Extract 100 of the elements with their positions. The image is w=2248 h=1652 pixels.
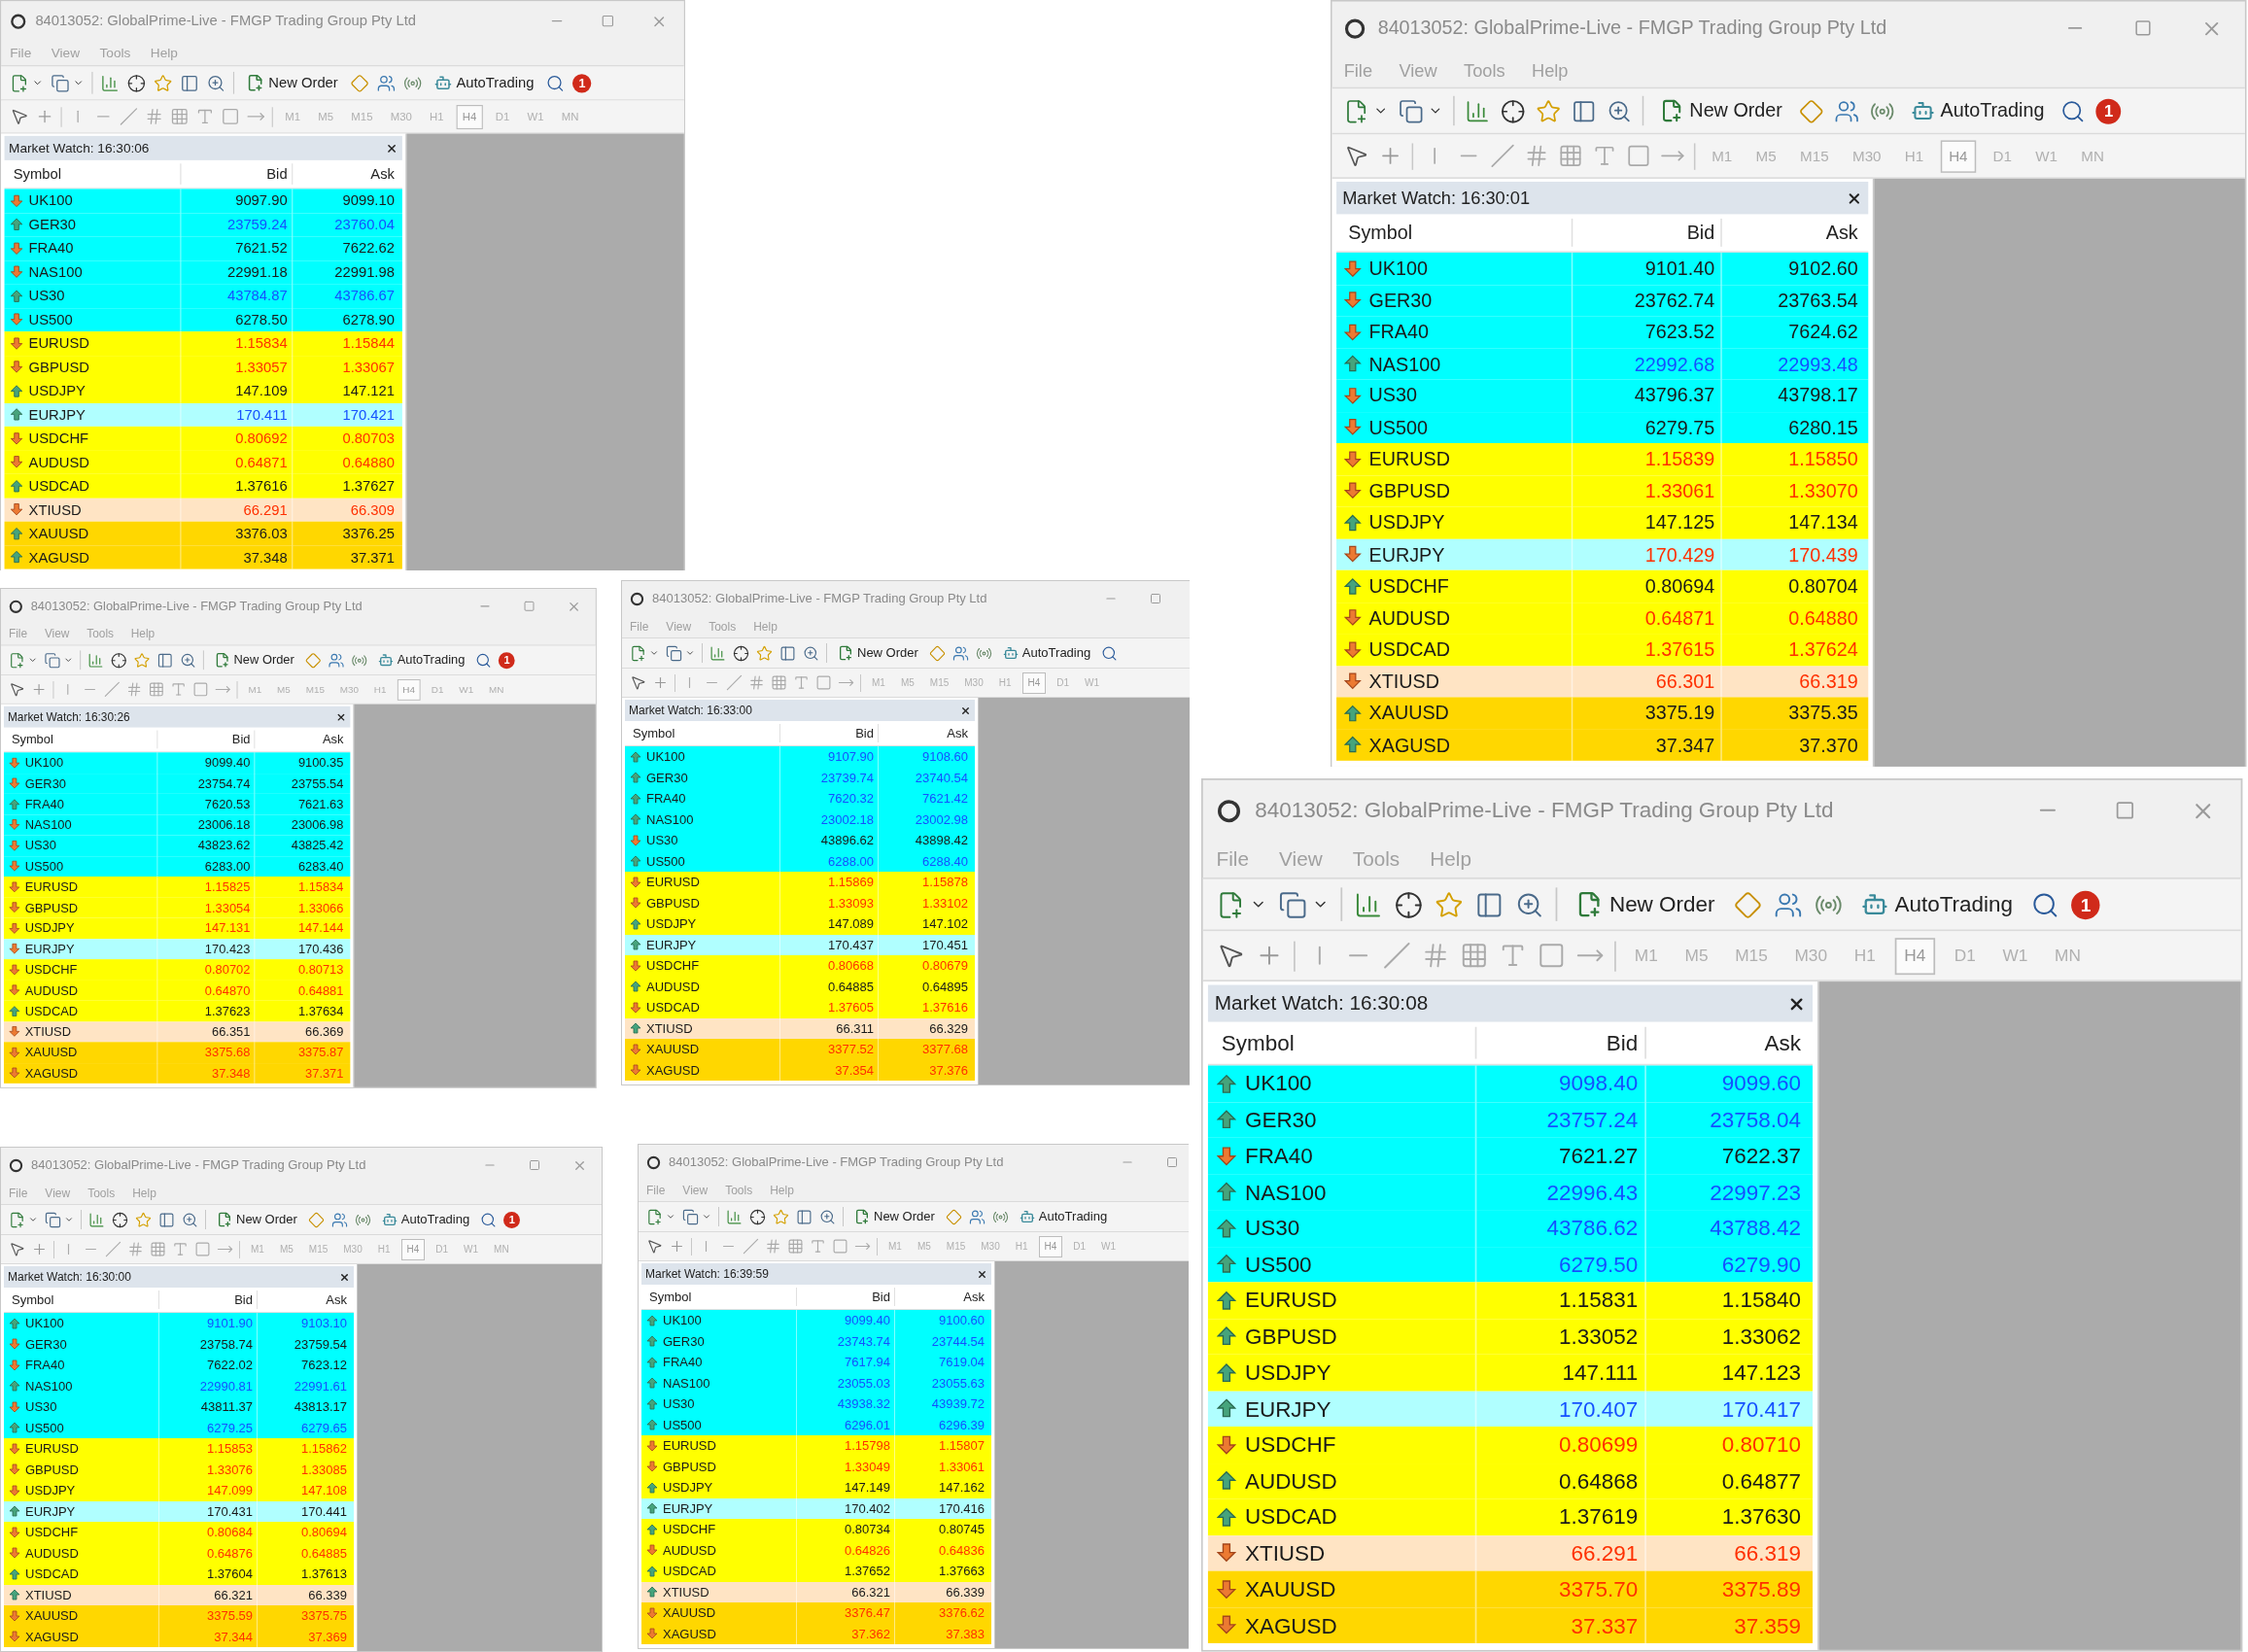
quote-row[interactable]: US30 43811.37 43813.17 <box>4 1396 354 1418</box>
diamond-icon[interactable] <box>928 644 946 662</box>
column-header[interactable]: Symbol <box>4 1290 159 1310</box>
quote-row[interactable]: GBPUSD 1.33057 1.33067 <box>4 355 402 379</box>
grid-icon[interactable] <box>1460 941 1489 970</box>
column-header[interactable]: Bid <box>797 1287 895 1307</box>
quote-row[interactable]: USDCAD 1.37652 1.37663 <box>641 1561 991 1582</box>
cursor-icon[interactable] <box>630 674 646 691</box>
trend-line-icon[interactable] <box>1382 941 1411 970</box>
users-icon[interactable] <box>328 651 345 669</box>
quote-row[interactable]: US30 43823.62 43825.42 <box>3 835 351 856</box>
quote-row[interactable]: NAS100 22992.68 22993.48 <box>1336 347 1869 380</box>
file-plus-icon[interactable] <box>646 1208 663 1225</box>
new-order-button[interactable]: New Order <box>213 1208 301 1231</box>
quote-row[interactable]: US500 6278.50 6278.90 <box>4 307 402 332</box>
quote-row[interactable]: XAUUSD 3376.03 3376.25 <box>4 521 402 546</box>
quote-row[interactable]: XAGUSD 37.362 37.383 <box>641 1623 991 1644</box>
quote-row[interactable]: FRA40 7621.52 7622.62 <box>4 236 402 260</box>
diamond-icon[interactable] <box>307 1211 325 1228</box>
column-header[interactable]: Bid <box>780 723 879 743</box>
quote-row[interactable]: GER30 23758.74 23759.54 <box>4 1333 354 1355</box>
quote-row[interactable]: UK100 9099.40 9100.35 <box>3 752 351 774</box>
users-icon[interactable] <box>968 1208 986 1225</box>
quote-row[interactable]: USDJPY 147.125 147.134 <box>1336 506 1869 539</box>
file-plus-icon[interactable] <box>9 1211 25 1228</box>
cursor-icon[interactable] <box>646 1238 663 1255</box>
users-icon[interactable] <box>376 73 396 92</box>
new-order-button[interactable]: New Order <box>242 69 343 96</box>
quote-row[interactable]: AUDUSD 0.64870 0.64881 <box>3 980 351 1001</box>
quote-row[interactable]: UK100 9107.90 9108.60 <box>625 746 975 768</box>
quote-row[interactable]: XAUUSD 3375.19 3375.35 <box>1336 697 1869 730</box>
grid-icon[interactable] <box>787 1238 804 1255</box>
quote-row[interactable]: NAS100 22990.81 22991.61 <box>4 1375 354 1396</box>
quote-row[interactable]: EURUSD 1.15798 1.15807 <box>641 1435 991 1457</box>
quote-row[interactable]: US500 6283.00 6283.40 <box>3 855 351 877</box>
chart-icon[interactable] <box>709 644 726 662</box>
trend-line-icon[interactable] <box>726 674 743 691</box>
chart-icon[interactable] <box>87 651 104 669</box>
trend-line-icon[interactable] <box>119 107 139 126</box>
quote-row[interactable]: UK100 9098.40 9099.60 <box>1207 1065 1813 1102</box>
quote-row[interactable]: EURUSD 1.15853 1.15862 <box>4 1438 354 1460</box>
crosshair-icon[interactable] <box>126 73 147 92</box>
quote-row[interactable]: AUDUSD 0.64868 0.64877 <box>1207 1463 1813 1499</box>
crosshair-icon[interactable] <box>1394 889 1424 919</box>
text-tool-icon[interactable] <box>810 1238 826 1255</box>
autotrading-button[interactable]: AutoTrading <box>1905 92 2051 129</box>
quote-row[interactable]: EURJPY 170.437 170.451 <box>625 934 975 955</box>
quote-row[interactable]: XAUUSD 3376.47 3376.62 <box>641 1602 991 1624</box>
quote-row[interactable]: UK100 9101.90 9103.10 <box>4 1313 354 1334</box>
quote-row[interactable]: US500 6288.00 6288.40 <box>625 850 975 872</box>
panel-icon[interactable] <box>796 1208 813 1225</box>
maximize-icon[interactable] <box>2115 800 2135 821</box>
column-header[interactable]: Bid <box>1476 1026 1646 1059</box>
quote-row[interactable]: NAS100 23002.18 23002.98 <box>625 809 975 830</box>
chart-icon[interactable] <box>100 73 120 92</box>
quote-row[interactable]: FRA40 7620.32 7621.42 <box>625 788 975 809</box>
cursor-icon[interactable] <box>9 1241 25 1257</box>
quote-row[interactable]: UK100 9097.90 9099.10 <box>4 189 402 213</box>
quote-row[interactable]: USDJPY 147.099 147.108 <box>4 1480 354 1501</box>
autotrading-button[interactable]: AutoTrading <box>430 69 538 96</box>
autotrading-button[interactable]: AutoTrading <box>998 641 1095 665</box>
star-icon[interactable] <box>756 644 773 662</box>
quote-row[interactable]: GER30 23739.74 23740.54 <box>625 767 975 788</box>
quote-row[interactable]: USDCAD 1.37615 1.37624 <box>1336 634 1869 666</box>
quote-row[interactable]: US500 6279.75 6280.15 <box>1336 411 1869 443</box>
quote-row[interactable]: FRA40 7621.27 7622.37 <box>1207 1137 1813 1174</box>
windows-icon[interactable] <box>51 73 70 92</box>
quote-row[interactable]: USDJPY 147.149 147.162 <box>641 1477 991 1498</box>
panel-icon[interactable] <box>158 1211 175 1228</box>
quote-row[interactable]: US500 6279.25 6279.65 <box>4 1417 354 1438</box>
new-order-button[interactable]: New Order <box>1653 92 1788 129</box>
search-icon[interactable] <box>1101 644 1119 662</box>
quote-row[interactable]: USDJPY 147.089 147.102 <box>625 913 975 935</box>
column-header[interactable]: Ask <box>895 1287 988 1307</box>
close-icon[interactable] <box>385 142 398 155</box>
column-header[interactable]: Symbol <box>3 730 158 749</box>
users-icon[interactable] <box>951 644 969 662</box>
quote-row[interactable]: USDCHF 0.80702 0.80713 <box>3 959 351 981</box>
zoom-icon[interactable] <box>803 644 819 662</box>
column-header[interactable]: Symbol <box>1207 1026 1477 1059</box>
column-header[interactable]: Symbol <box>625 723 780 743</box>
column-header[interactable]: Ask <box>293 163 399 186</box>
grid-icon[interactable] <box>150 1241 166 1257</box>
zoom-icon[interactable] <box>1607 98 1633 123</box>
quote-row[interactable]: EURJPY 170.411 170.421 <box>4 402 402 427</box>
quote-row[interactable]: USDCHF 0.80699 0.80710 <box>1207 1427 1813 1463</box>
quote-row[interactable]: USDCHF 0.80684 0.80694 <box>4 1522 354 1543</box>
close-icon[interactable] <box>977 1268 987 1280</box>
diamond-icon[interactable] <box>945 1208 962 1225</box>
chart-icon[interactable] <box>88 1211 105 1228</box>
quote-row[interactable]: GBPUSD 1.33061 1.33070 <box>1336 474 1869 507</box>
quote-row[interactable]: GBPUSD 1.33076 1.33085 <box>4 1459 354 1480</box>
quote-row[interactable]: USDCAD 1.37619 1.37630 <box>1207 1498 1813 1535</box>
cursor-icon[interactable] <box>10 107 29 126</box>
quote-row[interactable]: EURJPY 170.429 170.439 <box>1336 538 1869 570</box>
grid-icon[interactable] <box>170 107 190 126</box>
star-icon[interactable] <box>773 1208 789 1225</box>
maximize-icon[interactable] <box>1150 593 1161 604</box>
quote-row[interactable]: XAGUSD 37.348 37.371 <box>3 1062 351 1084</box>
chart-icon[interactable] <box>1465 98 1491 123</box>
